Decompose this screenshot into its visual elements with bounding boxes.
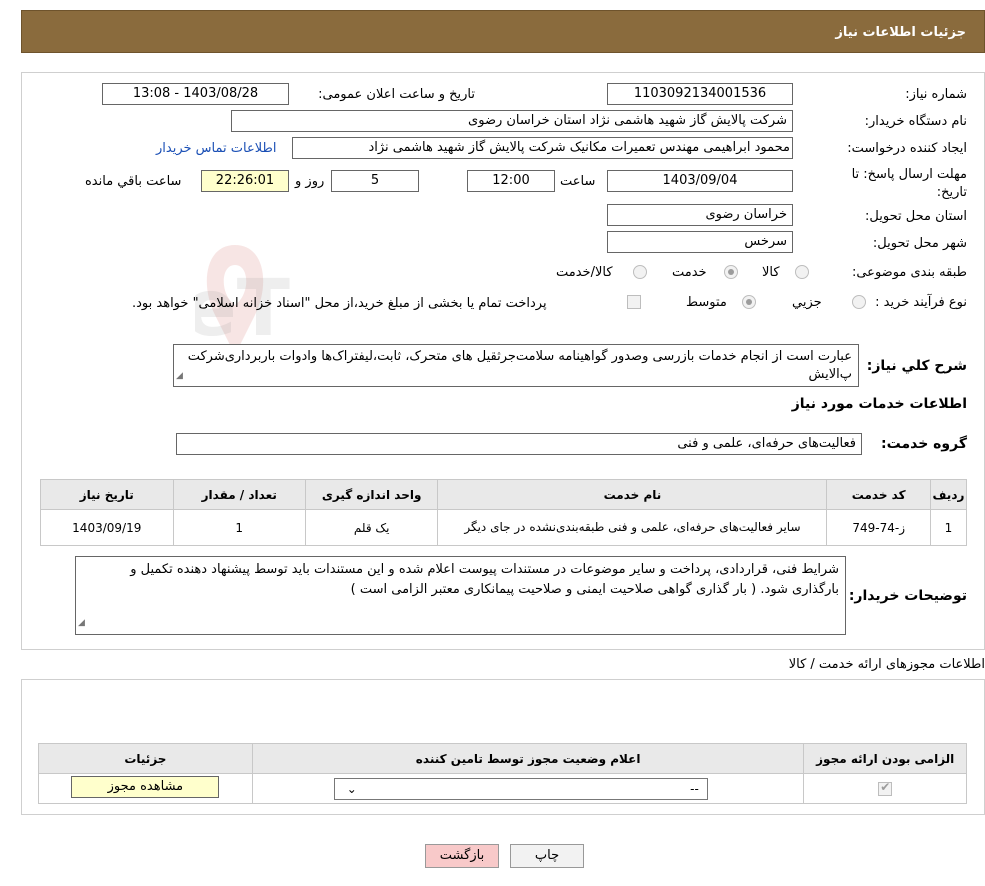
buyer-contact-link[interactable]: اطلاعات تماس خریدار <box>156 141 276 156</box>
purchase-radio-medium[interactable] <box>742 295 756 309</box>
header-permit-status: اعلام وضعیت مجوز توسط تامین کننده <box>251 743 805 774</box>
category-goods-service-label: کالا/خدمت <box>556 265 613 280</box>
resize-grip-icon[interactable]: ◢ <box>176 367 183 385</box>
print-button[interactable]: چاپ <box>510 844 584 868</box>
deadline-time-label: ساعت <box>560 174 596 189</box>
treasury-bonds-checkbox[interactable] <box>627 295 641 309</box>
buyer-notes-text: شرایط فنی، قراردادی، پرداخت و سایر موضوع… <box>130 562 839 597</box>
cell-quantity: 1 <box>172 509 306 546</box>
requester-field: محمود ابراهیمی مهندس تعمیرات مکانیک شرکت… <box>292 137 793 159</box>
buyer-notes-label: توضیحات خریدار: <box>848 588 967 604</box>
services-section-title: اطلاعات خدمات مورد نیاز <box>791 396 967 412</box>
purchase-medium-label: متوسط <box>686 295 727 310</box>
table-row: ✔ ⌄ -- مشاهده مجوز <box>38 773 967 804</box>
back-button[interactable]: بازگشت <box>425 844 499 868</box>
header-row-number: ردیف <box>929 479 968 510</box>
cell-service-code: ز-74-749 <box>826 509 931 546</box>
permits-section-title: اطلاعات مجوزهای ارائه خدمت / کالا <box>788 657 985 672</box>
need-number-label: شماره نیاز: <box>905 87 967 102</box>
remaining-label: ساعت باقي مانده <box>85 174 182 189</box>
chevron-down-icon: ⌄ <box>346 781 357 796</box>
header-service-code: کد خدمت <box>826 479 931 510</box>
header-permit-required: الزامی بودن ارائه مجوز <box>803 743 967 774</box>
cell-need-date: 1403/09/19 <box>40 509 174 546</box>
description-text: عبارت است از انجام خدمات بازرسی وصدور گو… <box>187 349 852 382</box>
announce-datetime-field: 1403/08/28 - 13:08 <box>102 83 289 105</box>
header-service-name: نام خدمت <box>437 479 828 510</box>
permit-status-select[interactable]: ⌄ -- <box>333 777 708 800</box>
description-label: شرح کلي نياز: <box>866 358 967 374</box>
checkmark-icon: ✔ <box>880 779 891 794</box>
category-goods-label: کالا <box>762 265 780 280</box>
description-textarea[interactable]: عبارت است از انجام خدمات بازرسی وصدور گو… <box>173 344 859 387</box>
permit-required-checkbox: ✔ <box>878 779 893 796</box>
treasury-bonds-note: پرداخت تمام یا بخشی از مبلغ خرید،از محل … <box>132 296 547 311</box>
view-permit-button[interactable]: مشاهده مجوز <box>71 776 220 798</box>
purchase-radio-minor[interactable] <box>852 295 866 309</box>
header-quantity: تعداد / مقدار <box>172 479 306 510</box>
delivery-city-field: سرخس <box>607 231 793 253</box>
days-label: روز و <box>295 174 325 189</box>
remaining-time-field: 22:26:01 <box>201 170 289 192</box>
services-table-header: ردیف کد خدمت نام خدمت واحد اندازه گیری ت… <box>40 479 968 510</box>
remaining-days-field: 5 <box>331 170 419 192</box>
requester-label: ایجاد کننده درخواست: <box>847 141 967 156</box>
purchase-minor-label: جزیي <box>792 295 822 310</box>
permits-table-header: الزامی بودن ارائه مجوز اعلام وضعیت مجوز … <box>38 743 967 774</box>
page-header: جزئیات اطلاعات نیاز <box>21 10 985 53</box>
delivery-province-field: خراسان رضوی <box>607 204 793 226</box>
header-need-date: تاریخ نیاز <box>40 479 174 510</box>
cell-permit-details: مشاهده مجوز <box>38 773 253 804</box>
deadline-time-field: 12:00 <box>467 170 555 192</box>
cell-permit-required: ✔ <box>803 773 967 804</box>
permit-status-value: -- <box>690 781 699 796</box>
cell-permit-status: ⌄ -- <box>251 773 805 804</box>
purchase-type-label: نوع فرآیند خرید : <box>875 295 967 310</box>
delivery-province-label: استان محل تحویل: <box>865 209 967 224</box>
cell-row-number: 1 <box>929 509 968 546</box>
header-unit: واحد اندازه گیری <box>304 479 439 510</box>
resize-grip-icon[interactable]: ◢ <box>78 613 85 633</box>
category-radio-service[interactable] <box>724 265 738 279</box>
service-group-field: فعالیت‌های حرفه‌ای، علمی و فنی <box>176 433 862 455</box>
header-permit-details: جزئیات <box>38 743 253 774</box>
page-title: جزئیات اطلاعات نیاز <box>835 25 966 40</box>
buyer-notes-textarea[interactable]: شرایط فنی، قراردادی، پرداخت و سایر موضوع… <box>75 556 846 635</box>
category-label: طبقه بندی موضوعی: <box>851 265 967 280</box>
delivery-city-label: شهر محل تحویل: <box>872 236 967 251</box>
table-row: 1 ز-74-749 سایر فعالیت‌های حرفه‌ای، علمی… <box>40 509 968 546</box>
announce-datetime-label: تاریخ و ساعت اعلان عمومی: <box>318 87 475 102</box>
permits-table: الزامی بودن ارائه مجوز اعلام وضعیت مجوز … <box>38 743 967 804</box>
services-table: ردیف کد خدمت نام خدمت واحد اندازه گیری ت… <box>40 479 968 546</box>
category-service-label: خدمت <box>672 265 707 280</box>
category-radio-goods-service[interactable] <box>633 265 647 279</box>
deadline-label: مهلت ارسال پاسخ: تا تاریخ: <box>851 167 967 200</box>
need-number-field: 1103092134001536 <box>607 83 793 105</box>
service-group-label: گروه خدمت: <box>881 436 967 452</box>
buyer-org-label: نام دستگاه خریدار: <box>864 114 967 129</box>
category-radio-goods[interactable] <box>795 265 809 279</box>
cell-service-name: سایر فعالیت‌های حرفه‌ای، علمی و فنی طبقه… <box>437 509 828 546</box>
deadline-date-field: 1403/09/04 <box>607 170 793 192</box>
buyer-org-field: شرکت پالایش گاز شهید هاشمی نژاد استان خر… <box>231 110 793 132</box>
cell-unit: یک قلم <box>304 509 439 546</box>
